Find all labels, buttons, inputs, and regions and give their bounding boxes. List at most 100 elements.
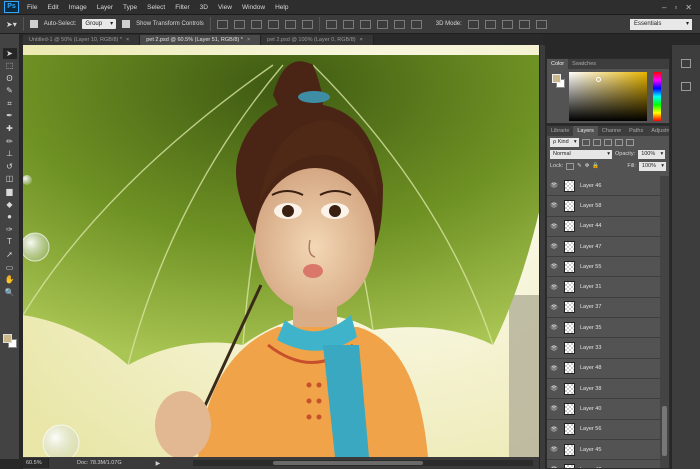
tab-layers[interactable]: Layers [573,126,598,136]
color-picker-cursor-icon[interactable] [596,77,601,82]
layer-row[interactable]: 👁 Layer 38 [547,379,661,400]
layer-name[interactable]: Layer 56 [580,426,601,432]
blur-tool-icon[interactable]: ◆ [3,199,17,210]
tab-pet-2-100[interactable]: pet 2.psd @ 100% (Layer 0, RGB/8) × [261,35,374,45]
layer-row[interactable]: 👁 Layer 47 [547,237,661,258]
menu-filter[interactable]: Filter [170,4,194,11]
history-panel-icon[interactable] [681,59,691,68]
menu-edit[interactable]: Edit [42,4,63,11]
layer-row[interactable]: 👁 Layer 58 [547,196,661,217]
workspace-switcher[interactable]: Essentials [630,19,692,30]
menu-help[interactable]: Help [270,4,293,11]
minimize-icon[interactable]: – [662,3,666,12]
brush-tool-icon[interactable]: ✏ [3,136,17,147]
healing-brush-tool-icon[interactable]: ✚ [3,124,17,135]
visibility-eye-icon[interactable]: 👁 [547,263,561,270]
scrollbar-thumb[interactable] [662,406,667,456]
tab-untitled-1[interactable]: Untitled-1 @ 50% (Layer 10, RGB/8) * × [23,35,141,45]
layer-name[interactable]: Layer 40 [580,406,601,412]
layer-name[interactable]: Layer 44 [580,223,601,229]
lock-move-icon[interactable]: ✥ [585,163,590,169]
distribute-center-icon[interactable] [393,19,405,29]
tab-color[interactable]: Color [547,59,569,69]
close-icon[interactable]: × [360,37,363,43]
layer-row[interactable]: 👁 Layer 45 [547,440,661,461]
3d-roll-icon[interactable] [484,19,496,29]
3d-slide-icon[interactable] [518,19,530,29]
dodge-tool-icon[interactable]: ● [3,212,17,223]
layer-row[interactable]: 👁 Layer 46 [547,176,661,197]
filter-adjustment-icon[interactable] [592,138,601,146]
layer-row[interactable]: 👁 Layer 55 [547,257,661,278]
visibility-eye-icon[interactable]: 👁 [547,365,561,372]
visibility-eye-icon[interactable]: 👁 [547,243,561,250]
menu-type[interactable]: Type [118,4,142,11]
visibility-eye-icon[interactable]: 👁 [547,345,561,352]
tab-paths[interactable]: Paths [625,126,647,136]
status-menu-arrow-icon[interactable]: ▶ [122,460,161,467]
tab-swatches[interactable]: Swatches [568,59,600,69]
align-middle-icon[interactable] [233,19,245,29]
quick-select-tool-icon[interactable]: ✎ [3,86,17,97]
scrollbar-thumb[interactable] [273,461,423,465]
close-icon[interactable]: × [247,37,250,43]
filter-type-icon[interactable] [603,138,612,146]
path-select-tool-icon[interactable]: ➚ [3,250,17,261]
layer-row[interactable]: 👁 Layer 33 [547,338,661,359]
close-icon[interactable]: × [126,37,129,43]
layer-name[interactable]: Layer 35 [580,325,601,331]
layer-row[interactable]: 👁 Layer 35 [547,318,661,339]
align-bottom-icon[interactable] [250,19,262,29]
eraser-tool-icon[interactable]: ◫ [3,174,17,185]
move-tool-preset-icon[interactable]: ➤▾ [6,20,17,29]
lock-paint-icon[interactable]: ✎ [577,163,582,169]
align-center-icon[interactable] [284,19,296,29]
document-canvas[interactable] [23,45,539,457]
layer-row[interactable]: 👁 Layer 44 [547,217,661,237]
layer-name[interactable]: Layer 46 [580,183,601,189]
marquee-tool-icon[interactable]: ⬚ [3,61,17,72]
layers-scrollbar[interactable] [660,176,669,468]
3d-drag-icon[interactable] [501,19,513,29]
layer-row[interactable]: 👁 Layer 48 [547,359,661,379]
properties-panel-icon[interactable] [681,82,691,91]
auto-select-dropdown[interactable]: Group [82,19,117,29]
hand-tool-icon[interactable]: ✋ [3,275,17,286]
hue-slider[interactable] [653,72,661,121]
menu-image[interactable]: Image [64,4,92,11]
tab-adjustments[interactable]: Adjustn [647,126,669,136]
color-picker-field[interactable] [569,72,647,121]
crop-tool-icon[interactable]: ⌗ [3,98,17,109]
transform-controls-checkbox[interactable] [122,20,131,28]
layer-name[interactable]: Layer 58 [580,203,601,209]
layer-name[interactable]: Layer 37 [580,304,601,310]
layer-name[interactable]: Layer 47 [580,244,601,250]
zoom-field[interactable]: 60.5% [23,458,49,468]
clone-stamp-tool-icon[interactable]: ⊥ [3,149,17,160]
tab-channels[interactable]: Channe [598,126,625,136]
filter-smart-object-icon[interactable] [625,138,634,146]
pen-tool-icon[interactable]: ✑ [3,224,17,235]
maximize-icon[interactable]: ▫ [674,3,677,12]
visibility-eye-icon[interactable]: 👁 [547,426,561,433]
layer-row[interactable]: 👁 Layer 40 [547,399,661,420]
layer-row[interactable]: 👁 Layer 31 [547,277,661,298]
history-brush-tool-icon[interactable]: ↺ [3,161,17,172]
menu-3d[interactable]: 3D [195,4,213,11]
layer-name[interactable]: Layer 38 [580,386,601,392]
layer-name[interactable]: Layer 55 [580,264,601,270]
visibility-eye-icon[interactable]: 👁 [547,385,561,392]
align-left-icon[interactable] [267,19,279,29]
filter-pixel-icon[interactable] [581,138,590,146]
menu-window[interactable]: Window [237,4,270,11]
3d-rotate-icon[interactable] [467,19,479,29]
tab-pet-2-active[interactable]: pet 2.psd @ 60.5% (Layer 51, RGB/8) * × [140,35,262,45]
shape-tool-icon[interactable]: ▭ [3,262,17,273]
foreground-color-swatch[interactable] [3,334,12,343]
distribute-right-icon[interactable] [410,19,422,29]
layer-row[interactable]: 👁 Layer 56 [547,420,661,440]
layer-name[interactable]: Layer 31 [580,284,601,290]
menu-view[interactable]: View [213,4,237,11]
distribute-left-icon[interactable] [376,19,388,29]
visibility-eye-icon[interactable]: 👁 [547,223,561,230]
